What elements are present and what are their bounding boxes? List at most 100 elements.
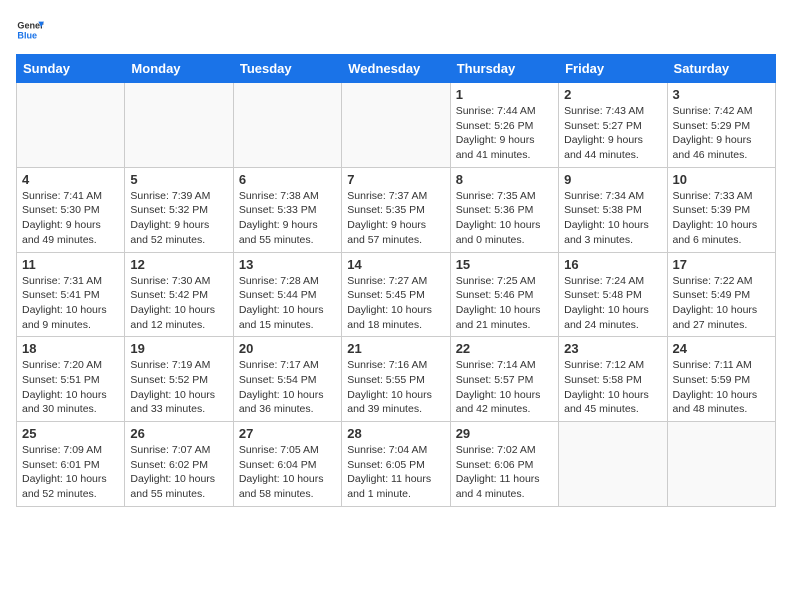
day-info: Sunrise: 7:30 AM Sunset: 5:42 PM Dayligh… [130,274,227,333]
calendar-cell: 6Sunrise: 7:38 AM Sunset: 5:33 PM Daylig… [233,167,341,252]
day-number: 26 [130,426,227,441]
day-number: 2 [564,87,661,102]
calendar-week-row: 4 Sunrise: 7:41 AM Sunset: 5:30 PM Daylig… [17,167,776,252]
calendar-cell: 24 Sunrise: 7:11 AM Sunset: 5:59 PM Dayli… [667,337,775,422]
day-number: 27 [239,426,336,441]
day-info: Sunrise: 7:41 AM Sunset: 5:30 PM Dayligh… [22,189,119,248]
weekday-header-wednesday: Wednesday [342,55,450,83]
day-number: 20 [239,341,336,356]
calendar-cell: 12 Sunrise: 7:30 AM Sunset: 5:42 PM Dayli… [125,252,233,337]
day-number: 24 [673,341,770,356]
day-info: Sunrise: 7:04 AM Sunset: 6:05 PM Dayligh… [347,443,444,502]
day-info: Sunrise: 7:43 AM Sunset: 5:27 PM Dayligh… [564,104,661,163]
calendar-cell [233,83,341,168]
page-header: General Blue [16,16,776,44]
calendar-cell: 25 Sunrise: 7:09 AM Sunset: 6:01 PM Dayli… [17,422,125,507]
calendar-cell: 29 Sunrise: 7:02 AM Sunset: 6:06 PM Dayli… [450,422,558,507]
calendar-cell: 21 Sunrise: 7:16 AM Sunset: 5:55 PM Dayli… [342,337,450,422]
calendar-cell: 8 Sunrise: 7:35 AM Sunset: 5:36 PM Daylig… [450,167,558,252]
day-info: Sunrise: 7:28 AM Sunset: 5:44 PM Dayligh… [239,274,336,333]
calendar-cell: 5 Sunrise: 7:39 AM Sunset: 5:32 PM Daylig… [125,167,233,252]
weekday-header-saturday: Saturday [667,55,775,83]
day-info: Sunrise: 7:39 AM Sunset: 5:32 PM Dayligh… [130,189,227,248]
day-number: 1 [456,87,553,102]
calendar-cell: 7 Sunrise: 7:37 AM Sunset: 5:35 PM Daylig… [342,167,450,252]
calendar-cell: 4 Sunrise: 7:41 AM Sunset: 5:30 PM Daylig… [17,167,125,252]
calendar-cell: 17Sunrise: 7:22 AM Sunset: 5:49 PM Dayli… [667,252,775,337]
day-number: 23 [564,341,661,356]
day-number: 11 [22,257,119,272]
day-number: 3 [673,87,770,102]
day-number: 25 [22,426,119,441]
day-info: Sunrise: 7:25 AM Sunset: 5:46 PM Dayligh… [456,274,553,333]
day-number: 10 [673,172,770,187]
day-info: Sunrise: 7:19 AM Sunset: 5:52 PM Dayligh… [130,358,227,417]
calendar-week-row: 25 Sunrise: 7:09 AM Sunset: 6:01 PM Dayli… [17,422,776,507]
calendar-cell: 2 Sunrise: 7:43 AM Sunset: 5:27 PM Daylig… [559,83,667,168]
day-info: Sunrise: 7:20 AM Sunset: 5:51 PM Dayligh… [22,358,119,417]
calendar-cell: 1 Sunrise: 7:44 AM Sunset: 5:26 PM Daylig… [450,83,558,168]
weekday-header-friday: Friday [559,55,667,83]
weekday-header-sunday: Sunday [17,55,125,83]
calendar-cell: 11 Sunrise: 7:31 AM Sunset: 5:41 PM Dayli… [17,252,125,337]
svg-text:Blue: Blue [17,30,37,40]
day-info: Sunrise: 7:11 AM Sunset: 5:59 PM Dayligh… [673,358,770,417]
day-info: Sunrise: 7:34 AM Sunset: 5:38 PM Dayligh… [564,189,661,248]
day-info: Sunrise: 7:12 AM Sunset: 5:58 PM Dayligh… [564,358,661,417]
day-info: Sunrise: 7:09 AM Sunset: 6:01 PM Dayligh… [22,443,119,502]
calendar-cell [125,83,233,168]
calendar-cell: 14Sunrise: 7:27 AM Sunset: 5:45 PM Dayli… [342,252,450,337]
day-info: Sunrise: 7:22 AM Sunset: 5:49 PM Dayligh… [673,274,770,333]
weekday-header-monday: Monday [125,55,233,83]
calendar-cell [17,83,125,168]
day-number: 21 [347,341,444,356]
day-info: Sunrise: 7:31 AM Sunset: 5:41 PM Dayligh… [22,274,119,333]
calendar-cell: 28Sunrise: 7:04 AM Sunset: 6:05 PM Dayli… [342,422,450,507]
logo-icon: General Blue [16,16,44,44]
day-number: 14 [347,257,444,272]
day-number: 29 [456,426,553,441]
day-info: Sunrise: 7:14 AM Sunset: 5:57 PM Dayligh… [456,358,553,417]
day-info: Sunrise: 7:37 AM Sunset: 5:35 PM Dayligh… [347,189,444,248]
calendar-cell: 9Sunrise: 7:34 AM Sunset: 5:38 PM Daylig… [559,167,667,252]
calendar-cell: 3Sunrise: 7:42 AM Sunset: 5:29 PM Daylig… [667,83,775,168]
day-number: 22 [456,341,553,356]
calendar-cell: 22 Sunrise: 7:14 AM Sunset: 5:57 PM Dayli… [450,337,558,422]
calendar-cell: 19 Sunrise: 7:19 AM Sunset: 5:52 PM Dayli… [125,337,233,422]
day-info: Sunrise: 7:35 AM Sunset: 5:36 PM Dayligh… [456,189,553,248]
day-info: Sunrise: 7:17 AM Sunset: 5:54 PM Dayligh… [239,358,336,417]
day-info: Sunrise: 7:16 AM Sunset: 5:55 PM Dayligh… [347,358,444,417]
day-number: 7 [347,172,444,187]
calendar-cell: 10 Sunrise: 7:33 AM Sunset: 5:39 PM Dayli… [667,167,775,252]
day-number: 19 [130,341,227,356]
calendar-week-row: 18 Sunrise: 7:20 AM Sunset: 5:51 PM Dayli… [17,337,776,422]
calendar-cell [559,422,667,507]
calendar-cell [342,83,450,168]
day-number: 16 [564,257,661,272]
day-number: 18 [22,341,119,356]
calendar-cell: 23 Sunrise: 7:12 AM Sunset: 5:58 PM Dayli… [559,337,667,422]
calendar-cell: 16 Sunrise: 7:24 AM Sunset: 5:48 PM Dayli… [559,252,667,337]
calendar-table: SundayMondayTuesdayWednesdayThursdayFrid… [16,54,776,507]
day-info: Sunrise: 7:24 AM Sunset: 5:48 PM Dayligh… [564,274,661,333]
calendar-cell: 20 Sunrise: 7:17 AM Sunset: 5:54 PM Dayli… [233,337,341,422]
day-number: 12 [130,257,227,272]
calendar-cell: 27Sunrise: 7:05 AM Sunset: 6:04 PM Dayli… [233,422,341,507]
day-info: Sunrise: 7:33 AM Sunset: 5:39 PM Dayligh… [673,189,770,248]
day-info: Sunrise: 7:38 AM Sunset: 5:33 PM Dayligh… [239,189,336,248]
day-number: 4 [22,172,119,187]
calendar-cell: 18 Sunrise: 7:20 AM Sunset: 5:51 PM Dayli… [17,337,125,422]
logo: General Blue [16,16,48,44]
weekday-header-thursday: Thursday [450,55,558,83]
day-number: 8 [456,172,553,187]
weekday-header-row: SundayMondayTuesdayWednesdayThursdayFrid… [17,55,776,83]
day-info: Sunrise: 7:07 AM Sunset: 6:02 PM Dayligh… [130,443,227,502]
weekday-header-tuesday: Tuesday [233,55,341,83]
calendar-cell: 15 Sunrise: 7:25 AM Sunset: 5:46 PM Dayli… [450,252,558,337]
day-number: 5 [130,172,227,187]
day-number: 15 [456,257,553,272]
day-number: 13 [239,257,336,272]
calendar-week-row: 11 Sunrise: 7:31 AM Sunset: 5:41 PM Dayli… [17,252,776,337]
day-info: Sunrise: 7:02 AM Sunset: 6:06 PM Dayligh… [456,443,553,502]
day-info: Sunrise: 7:44 AM Sunset: 5:26 PM Dayligh… [456,104,553,163]
